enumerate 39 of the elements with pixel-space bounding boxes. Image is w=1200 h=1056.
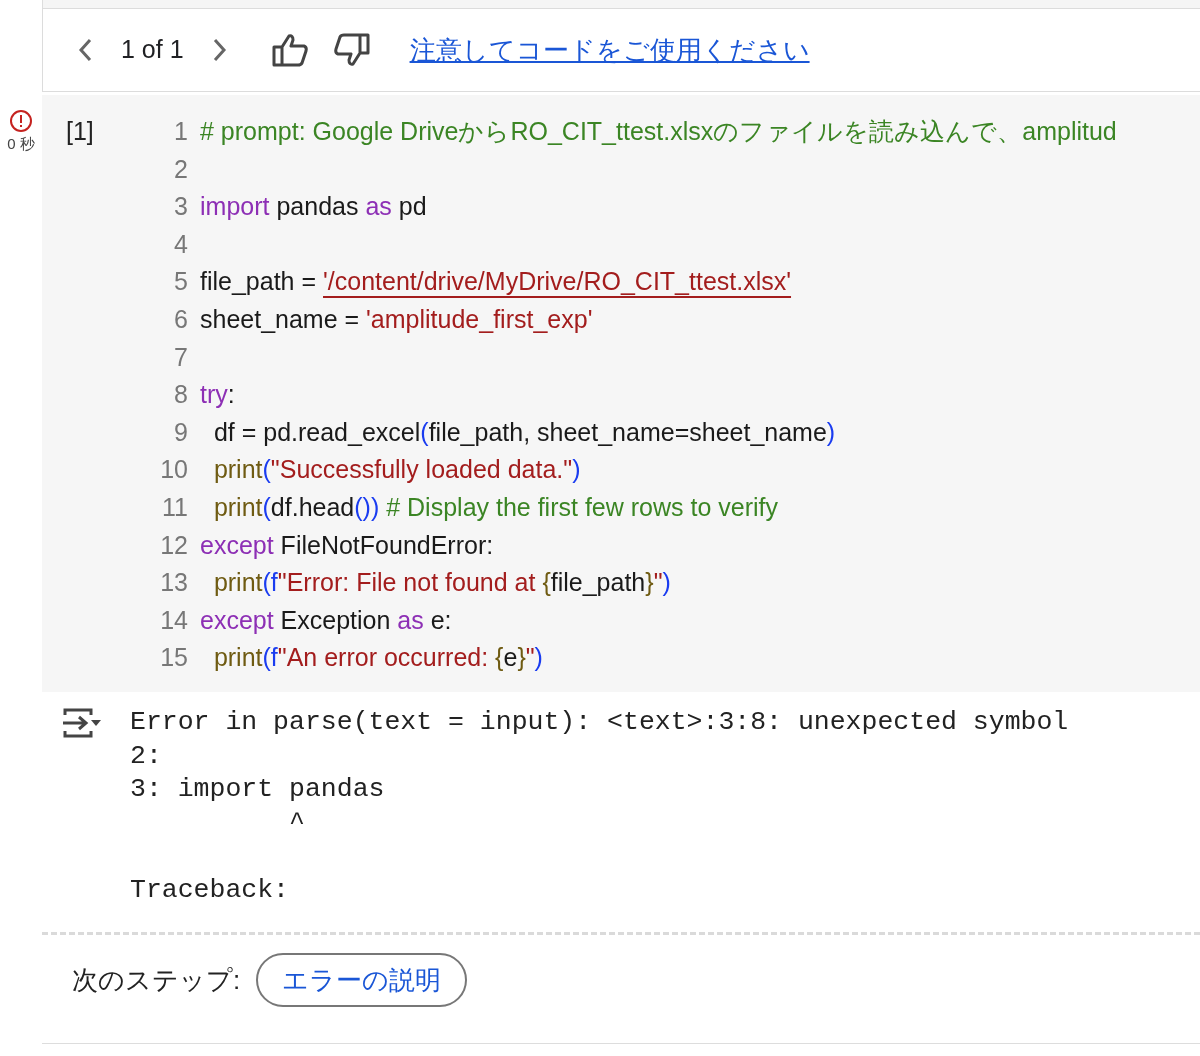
output-collapse-icon: [61, 706, 103, 740]
line-number: 9: [173, 416, 188, 448]
chevron-right-icon: [212, 38, 227, 62]
code-line: sheet_name = 'amplitude_first_exp': [200, 304, 593, 335]
explain-error-button[interactable]: エラーの説明: [256, 953, 468, 1007]
chevron-left-icon: [78, 38, 92, 62]
line-number: 7: [173, 341, 188, 373]
thumbs-up-icon: [271, 33, 308, 67]
line-number: 11: [161, 492, 188, 523]
line-number: 8: [173, 379, 188, 411]
error-output: Error in parse(text = input): <text>:3:8: unexpected symbol 2: 3: import pandas ^ Traceback:: [130, 706, 1069, 907]
thumbs-down-icon: [333, 33, 370, 67]
line-number: 12: [159, 529, 188, 561]
line-number: 5: [173, 266, 188, 298]
code-line: # prompt: Google DriveからRO_CIT_ttest.xlsxのファイルを読み込んで、amplitud: [200, 116, 1117, 148]
code-line: try:: [200, 379, 235, 411]
code-line: df = pd.read_excel(file_path, sheet_name=sheet_name): [212, 416, 836, 448]
execution-count: [1]: [66, 117, 94, 145]
code-line: print(f"Error: File not found at {file_path}"): [212, 567, 671, 599]
code-line: except Exception as e:: [200, 604, 452, 636]
code-line: print("Successfully loaded data."): [212, 454, 581, 486]
line-number: 1: [173, 116, 188, 148]
line-number: 14: [159, 604, 188, 636]
result-counter: 1 of 1: [121, 34, 184, 66]
line-number: 15: [159, 642, 188, 674]
line-number: 6: [173, 304, 188, 335]
code-line: except FileNotFoundError:: [200, 529, 494, 561]
line-number: 3: [173, 191, 188, 223]
next-steps-label: 次のステップ:: [72, 963, 241, 997]
line-number: 4: [173, 228, 188, 260]
execution-time: 0 秒: [7, 134, 35, 154]
line-number: 13: [159, 567, 188, 599]
line-number: 2: [173, 153, 188, 185]
code-line: print(df.head()) # Display the first few rows to verify: [212, 492, 778, 523]
caution-link[interactable]: 注意してコードをご使用ください: [409, 30, 810, 70]
code-line: import pandas as pd: [200, 191, 427, 223]
code-line: print(f"An error occurred: {e}"): [212, 642, 543, 674]
line-number: 10: [159, 454, 188, 486]
code-line: file_path = '/content/drive/MyDrive/RO_CIT_ttest.xlsx': [200, 266, 792, 298]
